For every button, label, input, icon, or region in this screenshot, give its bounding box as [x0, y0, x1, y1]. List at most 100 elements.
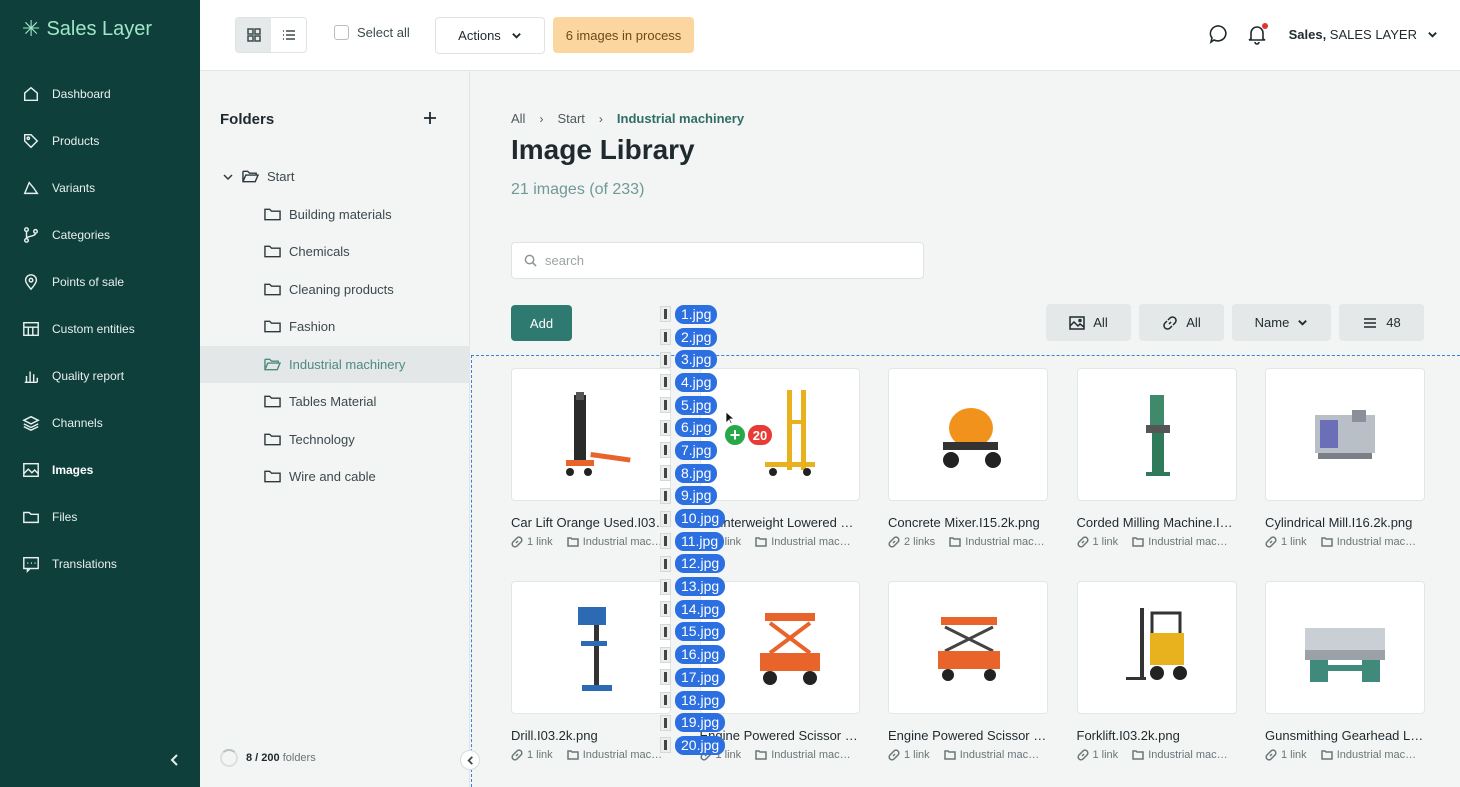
folder-icon — [264, 208, 281, 221]
image-card[interactable]: Forklift.I03.2k.png 1 link Industrial ma… — [1076, 581, 1237, 787]
notifications-button[interactable] — [1245, 22, 1269, 46]
nav-item-variants[interactable]: Variants — [0, 164, 200, 211]
image-name: Cylindrical Mill.I16.2k.png — [1265, 515, 1413, 530]
folder-fashion[interactable]: Fashion — [200, 308, 470, 346]
type-filter-label: All — [1093, 315, 1108, 330]
image-card[interactable]: Gunsmithing Gearhead Lathe.png 1 link In… — [1265, 581, 1425, 787]
image-folder-label: Industrial machinery — [965, 536, 1045, 548]
folder-start[interactable]: Start — [200, 158, 470, 196]
folder-industrial-machinery[interactable]: Industrial machinery — [200, 345, 470, 383]
folder-tables-material[interactable]: Tables Material — [200, 383, 470, 421]
actions-label: Actions — [458, 28, 501, 43]
image-links: 1 link — [1281, 536, 1307, 548]
dragged-file-name: 10.jpg — [675, 509, 726, 529]
nav-item-files[interactable]: Files — [0, 493, 200, 540]
image-card[interactable]: Drill.I03.2k.png 1 link Industrial machi… — [511, 581, 671, 787]
dragged-file: 17.jpg — [660, 666, 740, 689]
chat-icon — [22, 555, 40, 573]
folder-wire-and-cable[interactable]: Wire and cable — [200, 458, 470, 496]
grid-view-button[interactable] — [236, 18, 271, 52]
image-folder-label: Industrial machinery — [771, 749, 851, 761]
folder-technology[interactable]: Technology — [200, 421, 470, 459]
brand-logo[interactable]: ✳ Sales Layer — [22, 16, 152, 42]
nav-item-custom-entities[interactable]: Custom entities — [0, 305, 200, 352]
folder-cleaning-products[interactable]: Cleaning products — [200, 271, 470, 309]
file-thumbnail-icon — [660, 306, 671, 323]
image-folder-label: Industrial machinery — [959, 749, 1040, 761]
image-card[interactable]: Engine Powered Scissor Lift.I15.2k.png 1… — [888, 581, 1048, 787]
folder-building-materials[interactable]: Building materials — [200, 196, 470, 234]
image-thumbnail[interactable] — [1265, 581, 1425, 714]
file-thumbnail-icon — [660, 669, 671, 686]
links-filter-button[interactable]: All — [1139, 304, 1224, 341]
image-thumbnail[interactable] — [511, 581, 671, 714]
tag-icon — [22, 132, 40, 150]
breadcrumb-all[interactable]: All — [511, 111, 525, 126]
image-folder: Industrial machinery — [1132, 749, 1228, 761]
dragged-file-name: 11.jpg — [675, 531, 725, 551]
main-nav: Dashboard Products Variants Categories P… — [0, 70, 200, 587]
image-links: 1 link — [1092, 536, 1119, 548]
add-folder-button[interactable] — [421, 109, 439, 127]
nav-item-products[interactable]: Products — [0, 117, 200, 164]
link-icon — [888, 536, 900, 548]
nav-item-categories[interactable]: Categories — [0, 211, 200, 258]
breadcrumb-start[interactable]: Start — [557, 111, 584, 126]
sort-dropdown[interactable]: Name — [1232, 304, 1331, 341]
nav-item-images[interactable]: Images — [0, 446, 200, 493]
image-meta: 1 link Industrial machinery — [1076, 536, 1237, 548]
images-in-process-badge[interactable]: 6 images in process — [553, 17, 694, 53]
car-lift-image — [566, 391, 631, 476]
chevron-down-icon[interactable] — [222, 171, 234, 183]
chat-button[interactable] — [1207, 22, 1231, 46]
image-card[interactable]: Cylindrical Mill.I16.2k.png 1 link Indus… — [1265, 368, 1425, 581]
scissor-lift-image — [759, 612, 820, 685]
select-all[interactable]: Select all — [334, 25, 410, 40]
sidebar: ✳ Sales Layer Dashboard Products Variant… — [0, 0, 200, 787]
image-card[interactable]: Concrete Mixer.I15.2k.png 2 links Indust… — [888, 368, 1048, 581]
image-card[interactable]: Corded Milling Machine.I03.2k.png 1 link… — [1076, 368, 1237, 581]
folder-icon — [264, 433, 281, 446]
folders-collapse-button[interactable] — [460, 750, 480, 770]
nav-item-quality-report[interactable]: Quality report — [0, 352, 200, 399]
nav-item-channels[interactable]: Channels — [0, 399, 200, 446]
dragged-file: 8.jpg — [660, 462, 740, 485]
per-page-button[interactable]: 48 — [1339, 304, 1424, 341]
topbar-right: Sales, SALES LAYER — [1207, 22, 1438, 46]
nav-item-dashboard[interactable]: Dashboard — [0, 70, 200, 117]
sidebar-collapse-button[interactable] — [165, 750, 185, 770]
nav-item-translations[interactable]: Translations — [0, 540, 200, 587]
folder-chemicals[interactable]: Chemicals — [200, 233, 470, 271]
image-thumbnail[interactable] — [888, 368, 1048, 501]
image-card[interactable]: Car Lift Orange Used.I03.2k.png 1 link I… — [511, 368, 671, 581]
type-filter-button[interactable]: All — [1046, 304, 1131, 341]
image-links: 1 link — [1092, 749, 1119, 761]
nav-item-points-of-sale[interactable]: Points of sale — [0, 258, 200, 305]
select-all-checkbox[interactable] — [334, 25, 349, 40]
add-button[interactable]: Add — [511, 305, 572, 341]
image-folder-label: Industrial machinery — [582, 536, 663, 548]
image-thumbnail[interactable] — [888, 581, 1048, 714]
dragged-file-name: 1.jpg — [675, 304, 718, 324]
file-thumbnail-icon — [660, 374, 671, 391]
image-meta: 1 link Industrial machinery — [511, 749, 671, 761]
image-thumbnail[interactable] — [1076, 581, 1237, 714]
chevron-left-icon — [170, 754, 178, 766]
actions-dropdown[interactable]: Actions — [435, 17, 545, 54]
dragged-file-name: 16.jpg — [675, 645, 726, 665]
folder-icon — [264, 320, 281, 333]
user-label: Sales, SALES LAYER — [1289, 27, 1417, 42]
list-view-button[interactable] — [271, 18, 306, 52]
image-folder-label: Industrial machinery — [1148, 749, 1228, 761]
image-count: 21 images (of 233) — [511, 181, 645, 198]
dragged-file: 2.jpg — [660, 326, 740, 349]
search-icon — [524, 254, 537, 267]
image-thumbnail[interactable] — [511, 368, 671, 501]
dragged-file: 14.jpg — [660, 598, 740, 621]
image-thumbnail[interactable] — [1265, 368, 1425, 501]
search-input[interactable] — [545, 253, 905, 268]
user-menu[interactable]: Sales, SALES LAYER — [1289, 27, 1438, 42]
chevron-down-icon — [511, 33, 521, 39]
image-thumbnail[interactable] — [1076, 368, 1237, 501]
image-meta: 1 link Industrial machinery — [888, 749, 1048, 761]
